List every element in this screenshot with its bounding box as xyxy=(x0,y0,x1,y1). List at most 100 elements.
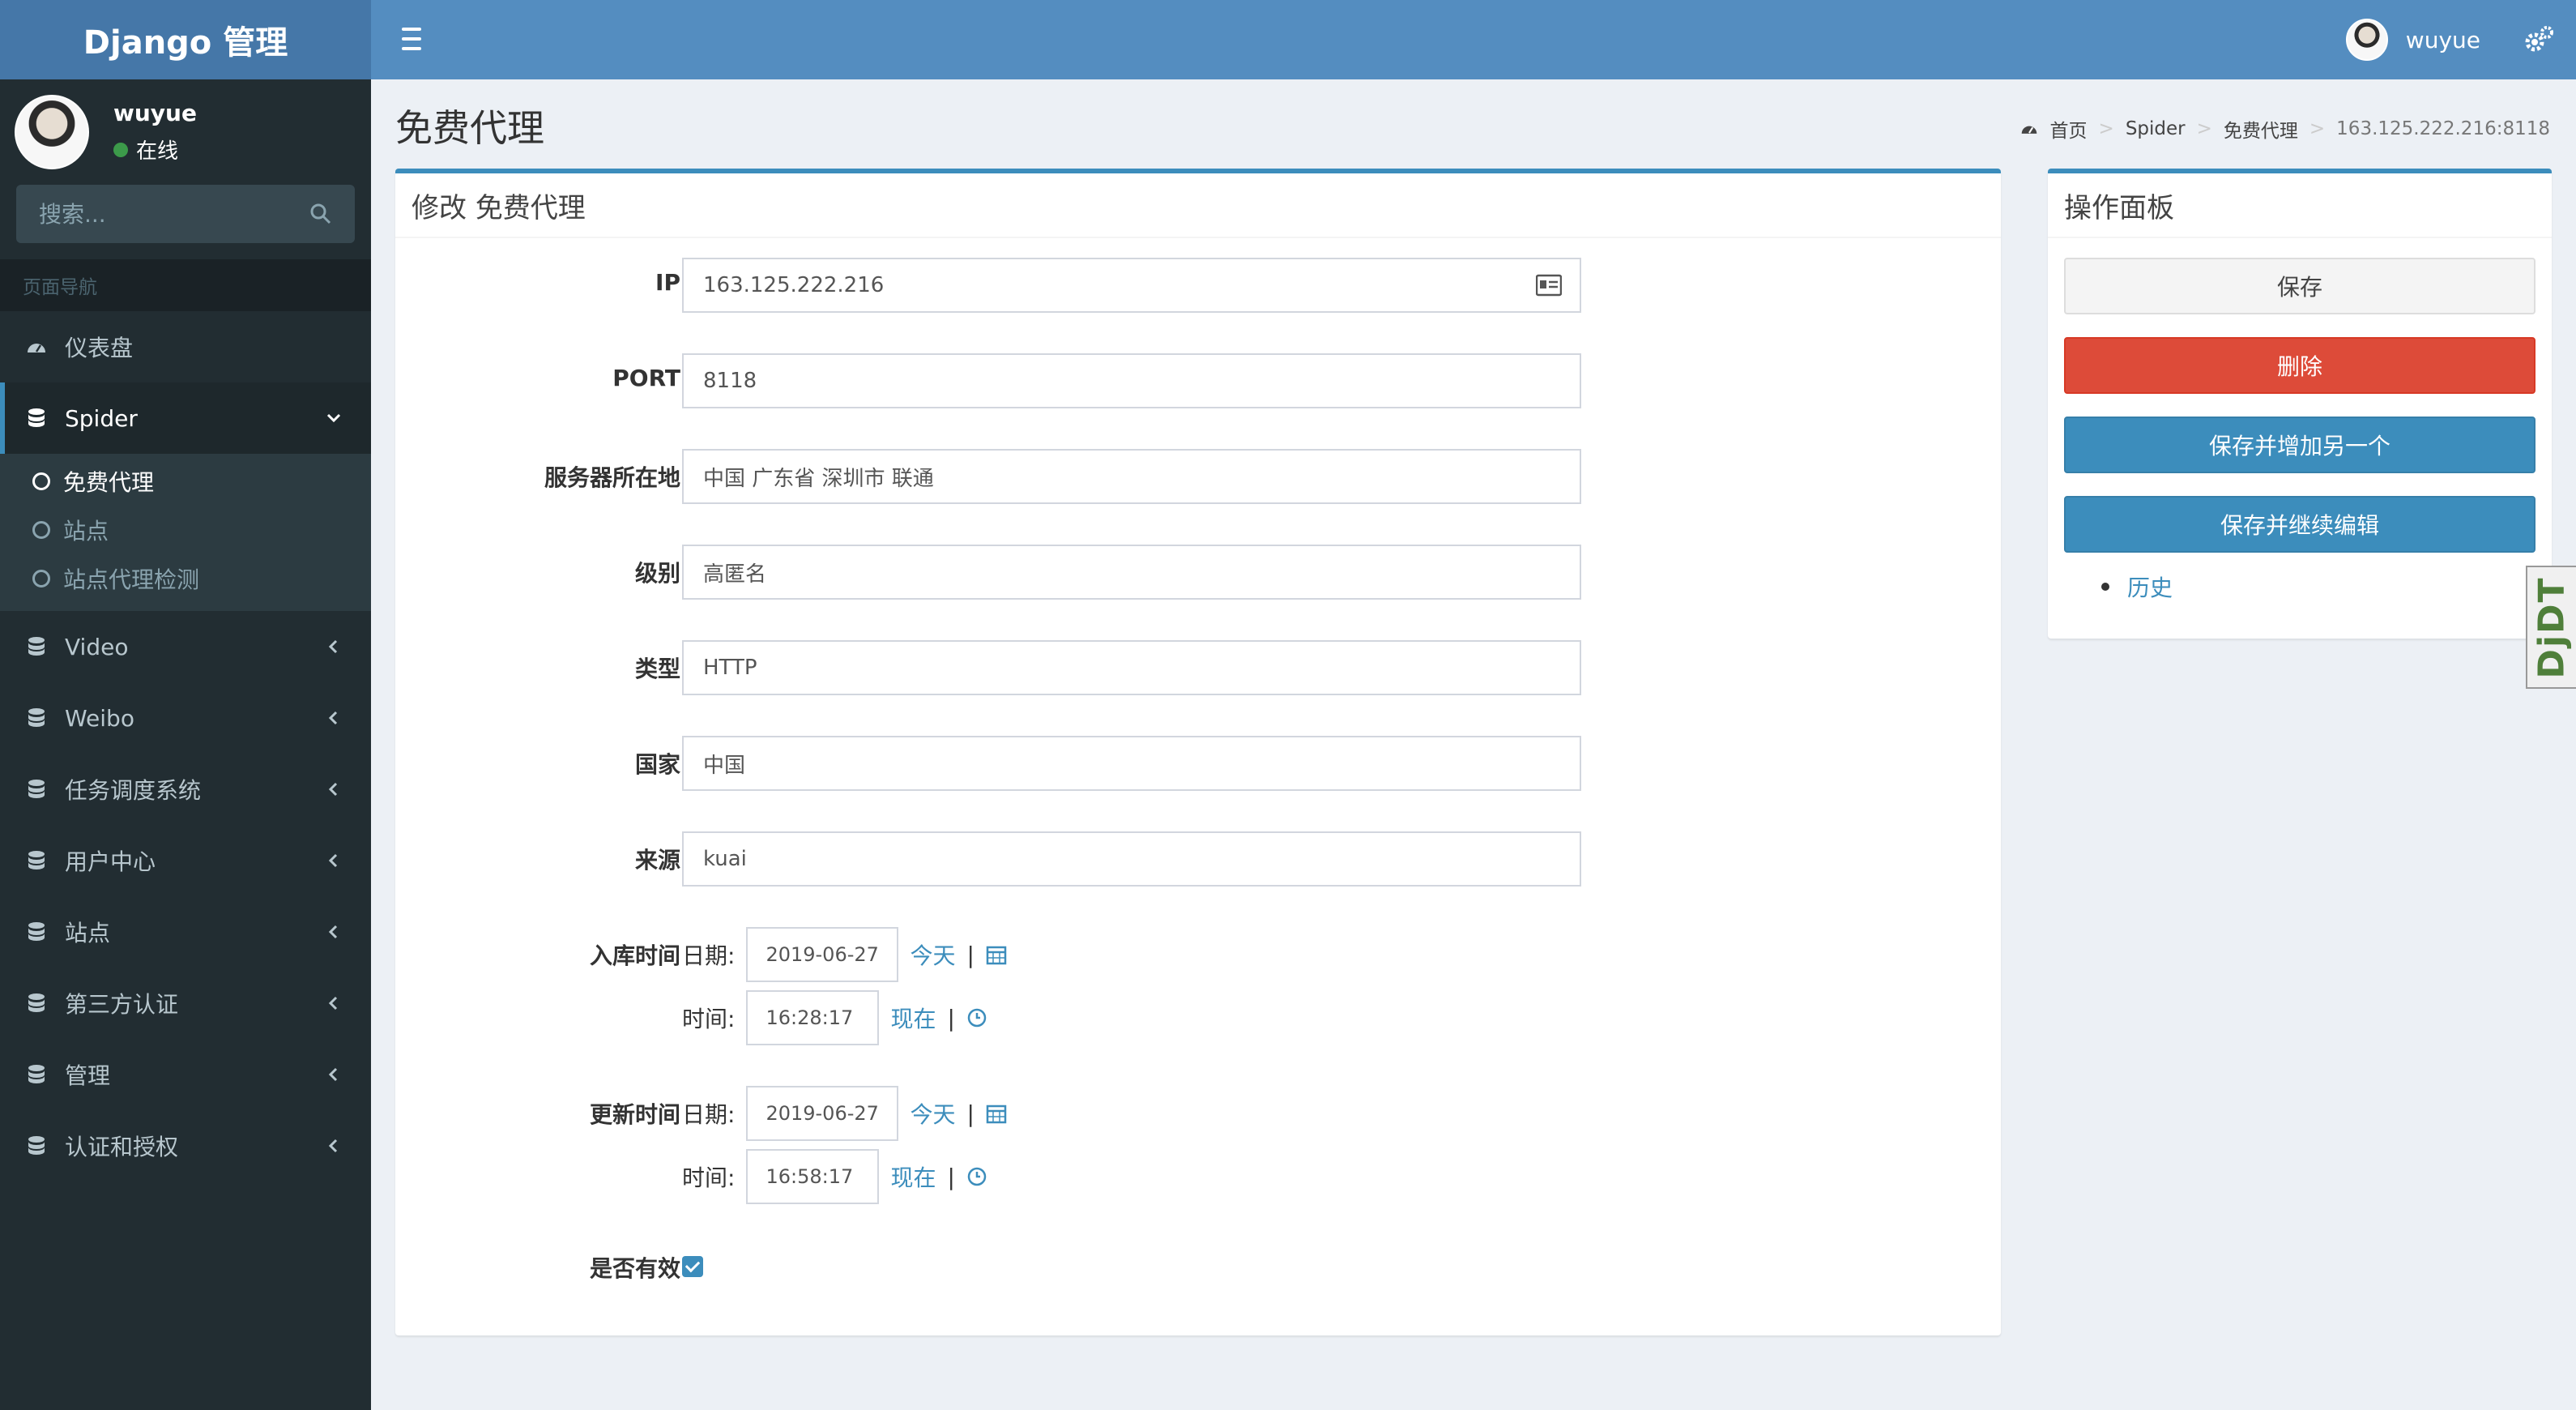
clock-icon[interactable] xyxy=(966,1166,987,1187)
circle-icon xyxy=(32,521,50,539)
today-link[interactable]: 今天 xyxy=(910,1097,955,1130)
field-label: 国家 xyxy=(634,751,680,778)
field-value: 高匿名 xyxy=(703,562,767,587)
top-navbar: wuyue xyxy=(371,0,2576,79)
date-input[interactable]: 2019-06-27 xyxy=(746,927,899,982)
sidebar-item-weibo[interactable]: Weibo xyxy=(0,682,371,754)
sidebar-item-label: Video xyxy=(65,633,129,660)
database-icon xyxy=(28,708,45,727)
username: wuyue xyxy=(2405,26,2480,53)
clock-icon[interactable] xyxy=(966,1007,987,1028)
database-icon xyxy=(28,851,45,870)
database-icon xyxy=(28,922,45,941)
today-link[interactable]: 今天 xyxy=(910,938,955,971)
user-menu[interactable]: wuyue xyxy=(2345,18,2480,62)
sidebar-item-label: 任务调度系统 xyxy=(65,777,202,804)
link-separator: | xyxy=(947,1163,955,1190)
chevron-left-icon xyxy=(328,1067,338,1082)
sidebar-item-task-scheduler[interactable]: 任务调度系统 xyxy=(0,754,371,825)
type-input[interactable]: HTTP xyxy=(682,640,1581,695)
time-label: 时间: xyxy=(682,1164,736,1191)
search-icon[interactable] xyxy=(309,203,332,225)
circle-icon xyxy=(32,570,50,588)
database-icon xyxy=(28,1136,45,1155)
sidebar-subitem-label: 站点代理检测 xyxy=(63,566,200,593)
chevron-left-icon xyxy=(328,639,338,654)
debug-toolbar-handle[interactable]: DjDT xyxy=(2526,566,2576,689)
sidebar-item-user-center[interactable]: 用户中心 xyxy=(0,825,371,896)
history-link[interactable]: 历史 xyxy=(2101,570,2173,603)
field-value: HTTP xyxy=(703,656,757,680)
now-link[interactable]: 现在 xyxy=(890,1160,936,1193)
field-label: 类型 xyxy=(634,656,680,682)
spider-submenu: 免费代理 站点 站点代理检测 xyxy=(0,454,371,611)
dashboard-icon xyxy=(28,344,45,352)
database-icon xyxy=(28,780,45,798)
sidebar-subitem-label: 免费代理 xyxy=(63,469,155,496)
field-value: 163.125.222.216 xyxy=(703,273,885,297)
chevron-left-icon xyxy=(328,1139,338,1153)
breadcrumb-home[interactable]: 首页 xyxy=(2050,115,2088,143)
sidebar-subitem-site-proxy-check[interactable]: 站点代理检测 xyxy=(0,554,371,603)
source-input[interactable]: kuai xyxy=(682,831,1581,887)
link-separator: | xyxy=(966,1100,975,1127)
database-icon xyxy=(28,637,45,656)
calendar-icon[interactable] xyxy=(986,1103,1007,1124)
sidebar-subitem-label: 站点 xyxy=(63,518,109,545)
chevron-down-icon xyxy=(326,413,341,423)
chevron-left-icon xyxy=(328,711,338,725)
field-value: kuai xyxy=(703,847,747,871)
date-line: 日期: 2019-06-27 今天 | xyxy=(682,1086,1007,1141)
time-input[interactable]: 16:28:17 xyxy=(746,990,880,1045)
save-and-continue-button[interactable]: 保存并继续编辑 xyxy=(2064,496,2535,553)
sidebar-toggle-icon[interactable] xyxy=(394,23,429,55)
valid-checkbox[interactable] xyxy=(682,1256,703,1277)
sidebar-subitem-free-proxy[interactable]: 免费代理 xyxy=(0,457,371,506)
country-input[interactable]: 中国 xyxy=(682,736,1581,791)
breadcrumb-separator: > xyxy=(2098,118,2114,139)
sidebar-item-label: Weibo xyxy=(65,704,134,732)
ip-input[interactable]: 163.125.222.216 xyxy=(682,258,1581,313)
gears-icon[interactable] xyxy=(2523,24,2555,57)
search-input[interactable] xyxy=(39,200,298,228)
location-input[interactable]: 中国 广东省 深圳市 联通 xyxy=(682,449,1581,504)
sidebar-item-spider[interactable]: Spider xyxy=(0,382,371,454)
database-icon xyxy=(28,993,45,1012)
action-panel: 操作面板 保存 删除 保存并增加另一个 保存并继续编辑 历史 xyxy=(2048,169,2552,639)
field-value: 中国 广东省 深圳市 联通 xyxy=(703,466,934,491)
date-input[interactable]: 2019-06-27 xyxy=(746,1086,899,1141)
debug-toolbar-label: DjDT xyxy=(2531,575,2573,679)
field-label: 级别 xyxy=(634,560,680,587)
breadcrumb-free-proxy[interactable]: 免费代理 xyxy=(2224,115,2298,143)
sidebar-subitem-site[interactable]: 站点 xyxy=(0,506,371,554)
sidebar-item-third-party-auth[interactable]: 第三方认证 xyxy=(0,968,371,1039)
level-input[interactable]: 高匿名 xyxy=(682,545,1581,600)
app-logo[interactable]: Django 管理 xyxy=(0,0,371,79)
field-value: 8118 xyxy=(703,369,757,393)
field-label: 服务器所在地 xyxy=(544,464,680,491)
sidebar-item-admin[interactable]: 管理 xyxy=(0,1039,371,1110)
time-line: 时间: 16:58:17 现在 | xyxy=(682,1149,987,1204)
time-input[interactable]: 16:58:17 xyxy=(746,1149,880,1204)
delete-button[interactable]: 删除 xyxy=(2064,337,2535,394)
breadcrumb-current: 163.125.222.216:8118 xyxy=(2336,118,2550,139)
sidebar-item-dashboard[interactable]: 仪表盘 xyxy=(0,311,371,382)
link-separator: | xyxy=(966,941,975,968)
field-label: PORT xyxy=(612,365,680,391)
now-link[interactable]: 现在 xyxy=(890,1002,936,1034)
field-label: 来源 xyxy=(634,847,680,874)
calendar-icon[interactable] xyxy=(986,944,1007,965)
time-line: 时间: 16:28:17 现在 | xyxy=(682,990,987,1045)
sidebar-section-header: 页面导航 xyxy=(0,259,371,311)
sidebar-item-sites[interactable]: 站点 xyxy=(0,896,371,968)
database-icon xyxy=(28,408,45,427)
sidebar-item-auth[interactable]: 认证和授权 xyxy=(0,1110,371,1181)
save-button[interactable]: 保存 xyxy=(2064,258,2535,314)
sidebar-item-label: 第三方认证 xyxy=(65,991,179,1018)
save-and-add-another-button[interactable]: 保存并增加另一个 xyxy=(2064,417,2535,473)
sidebar-item-video[interactable]: Video xyxy=(0,611,371,682)
field-label: 入库时间 xyxy=(589,942,680,969)
panel-title: 操作面板 xyxy=(2048,173,2552,238)
breadcrumb-spider[interactable]: Spider xyxy=(2126,118,2186,139)
port-input[interactable]: 8118 xyxy=(682,353,1581,408)
